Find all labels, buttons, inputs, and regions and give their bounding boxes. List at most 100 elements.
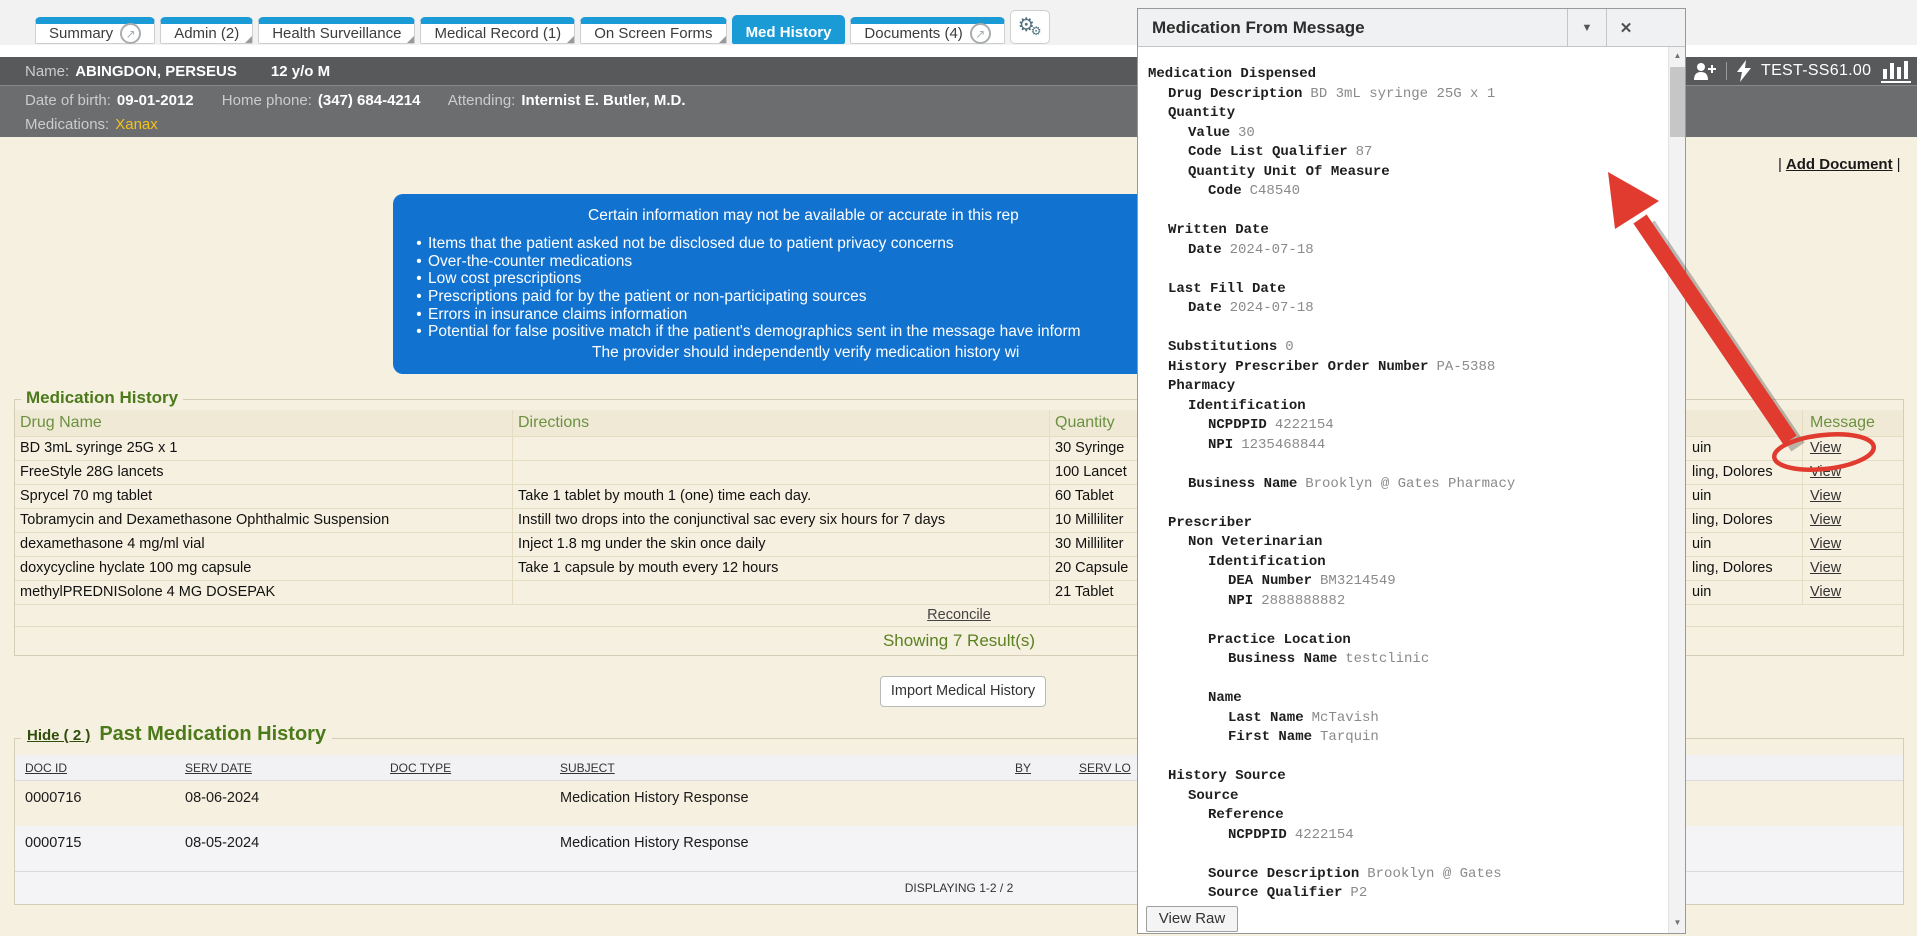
dialog-scrollbar[interactable]: ▲ ▼ — [1668, 47, 1685, 933]
bar-chart-icon[interactable] — [1881, 59, 1911, 83]
message-line: Drug DescriptionBD 3mL syringe 25G x 1 — [1148, 85, 1685, 105]
message-field-label: NCPDPID — [1228, 827, 1287, 843]
scrollbar-thumb[interactable] — [1670, 67, 1685, 137]
message-field-label: Source Qualifier — [1208, 885, 1342, 901]
patient-bar-actions: TEST-SS61.00 — [1692, 57, 1911, 85]
tab-health-surveillance-label: Health Surveillance — [272, 25, 401, 42]
doc-type-cell — [385, 826, 555, 871]
add-user-icon[interactable] — [1692, 61, 1716, 81]
message-line: First NameTarquin — [1148, 728, 1685, 748]
add-document-link[interactable]: Add Document — [1786, 156, 1893, 173]
tab-on-screen-forms-label: On Screen Forms — [594, 25, 712, 42]
tab-on-screen-forms[interactable]: On Screen Forms — [580, 17, 726, 44]
message-field-value: 4222154 — [1275, 417, 1334, 433]
hide-link[interactable]: Hide ( 2 ) — [27, 727, 90, 744]
col-header-directions[interactable]: Directions — [513, 410, 1050, 437]
message-field-value: Brooklyn @ Gates Pharmacy — [1305, 476, 1515, 492]
message-line: CodeC48540 — [1148, 182, 1685, 202]
message-field-value: Tarquin — [1320, 729, 1379, 745]
col-header-serv-date[interactable]: SERV DATE — [180, 755, 385, 780]
bullet-icon: • — [410, 253, 428, 271]
dob-label: Date of birth: — [25, 92, 111, 109]
tab-admin[interactable]: Admin (2) — [160, 17, 253, 44]
directions-cell — [513, 581, 1050, 605]
external-link-icon[interactable]: ↗ — [970, 23, 991, 44]
tab-documents[interactable]: Documents (4) ↗ — [850, 17, 1004, 44]
col-header-drug-name[interactable]: Drug Name — [15, 410, 513, 437]
medications-label: Medications: — [25, 116, 109, 133]
view-message-link[interactable]: View — [1810, 512, 1841, 528]
notice-bullet-text: Low cost prescriptions — [428, 270, 581, 288]
directions-cell — [513, 437, 1050, 461]
scroll-up-icon[interactable]: ▲ — [1669, 47, 1686, 64]
col-header-doc-id[interactable]: DOC ID — [15, 755, 180, 780]
message-field-label: DEA Number — [1228, 573, 1312, 589]
add-document-row: |Add Document| — [1778, 156, 1900, 173]
message-line: Identification — [1148, 553, 1685, 573]
message-field-label: Practice Location — [1208, 632, 1351, 648]
import-medical-history-button[interactable]: Import Medical History — [880, 676, 1046, 707]
notice-bullet-item: • Potential for false positive match if … — [410, 323, 1081, 341]
message-field-label: Last Name — [1228, 710, 1304, 726]
message-field-value: PA-5388 — [1436, 359, 1495, 375]
dialog-title-bar-spacer — [1645, 9, 1685, 46]
notice-bullet-item: • Over-the-counter medications — [410, 253, 1081, 271]
by-cell — [1010, 826, 1070, 871]
message-line: Practice Location — [1148, 631, 1685, 651]
tab-summary[interactable]: Summary ↗ — [35, 17, 155, 44]
message-field-label: History Prescriber Order Number — [1168, 359, 1428, 375]
settings-button[interactable]: ⚙ ⚙ — [1010, 10, 1050, 44]
message-field-label: Quantity Unit Of Measure — [1188, 164, 1390, 180]
tab-summary-label: Summary — [49, 25, 113, 42]
col-header-subject[interactable]: SUBJECT — [555, 755, 1010, 780]
dialog-collapse-button[interactable]: ▼ — [1567, 9, 1606, 46]
view-message-link[interactable]: View — [1810, 536, 1841, 552]
view-raw-button[interactable]: View Raw — [1146, 906, 1238, 932]
reconcile-link[interactable]: Reconcile — [927, 607, 991, 623]
view-message-link[interactable]: View — [1810, 464, 1841, 480]
bullet-icon: • — [410, 288, 428, 306]
message-field-label: Source Description — [1208, 866, 1359, 882]
message-field-value: 4222154 — [1295, 827, 1354, 843]
message-line: Date2024-07-18 — [1148, 241, 1685, 261]
col-header-by[interactable]: BY — [1010, 755, 1070, 780]
message-field-label: Source — [1188, 788, 1238, 804]
external-link-icon[interactable]: ↗ — [120, 23, 141, 44]
message-field-label: Prescriber — [1168, 515, 1252, 531]
divider — [1726, 62, 1727, 80]
view-message-link[interactable]: View — [1810, 488, 1841, 504]
bullet-icon: • — [410, 323, 428, 341]
view-message-link[interactable]: View — [1810, 560, 1841, 576]
drug-name-cell: doxycycline hyclate 100 mg capsule — [15, 557, 513, 581]
col-header-message[interactable]: Message — [1803, 410, 1903, 437]
serv-date-cell: 08-05-2024 — [180, 826, 385, 871]
message-line: Medication Dispensed — [1148, 65, 1685, 85]
scroll-down-icon[interactable]: ▼ — [1669, 914, 1686, 931]
view-message-link[interactable]: View — [1810, 440, 1841, 456]
medication-from-message-dialog: Medication From Message ▼ ✕ Medication D… — [1137, 8, 1686, 934]
tab-medical-record[interactable]: Medical Record (1) — [420, 17, 575, 44]
col-header-doc-type[interactable]: DOC TYPE — [385, 755, 555, 780]
attending-label: Attending: — [448, 92, 516, 109]
view-message-link[interactable]: View — [1810, 584, 1841, 600]
message-line — [1148, 494, 1685, 514]
message-line: Source — [1148, 787, 1685, 807]
message-line: Business Nametestclinic — [1148, 650, 1685, 670]
message-field-value: 1235468844 — [1241, 437, 1325, 453]
lightning-bolt-icon[interactable] — [1737, 60, 1751, 82]
message-line: Quantity Unit Of Measure — [1148, 163, 1685, 183]
dialog-title-bar[interactable]: Medication From Message ▼ ✕ — [1138, 9, 1685, 47]
notice-bullet-item: • Prescriptions paid for by the patient … — [410, 288, 1081, 306]
tab-med-history[interactable]: Med History — [732, 15, 846, 44]
message-cell: View — [1803, 485, 1903, 509]
dialog-close-button[interactable]: ✕ — [1606, 9, 1645, 46]
notice-bullet-item: • Items that the patient asked not be di… — [410, 235, 1081, 253]
message-line: History Prescriber Order Number PA-5388 — [1148, 358, 1685, 378]
notice-bullet-text: Over-the-counter medications — [428, 253, 632, 271]
message-field-label: Substitutions — [1168, 339, 1277, 355]
chevron-down-icon: ▼ — [1582, 22, 1593, 34]
doc-type-cell — [385, 781, 555, 826]
message-field-value: Brooklyn @ Gates — [1367, 866, 1501, 882]
tab-health-surveillance[interactable]: Health Surveillance — [258, 17, 415, 44]
attending-value: Internist E. Butler, M.D. — [521, 92, 685, 109]
